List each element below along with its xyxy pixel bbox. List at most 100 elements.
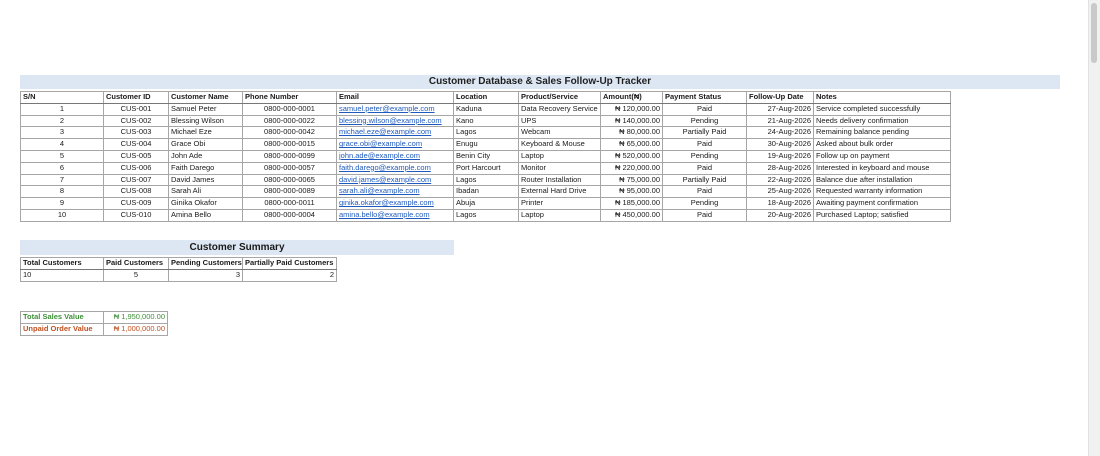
phone-cell[interactable]: 0800-000-0099 <box>242 149 337 163</box>
customer-name-cell[interactable]: Grace Obi <box>168 138 243 151</box>
amount-cell[interactable]: ₦ 80,000.00 <box>600 126 663 140</box>
location-cell[interactable]: Lagos <box>453 173 519 187</box>
follow-up-date-cell[interactable]: 20-Aug-2026 <box>746 208 814 222</box>
notes-cell[interactable]: Follow up on payment <box>813 149 951 163</box>
follow-up-date-cell[interactable]: 28-Aug-2026 <box>746 161 814 175</box>
customer-id-cell[interactable]: CUS-005 <box>103 149 169 163</box>
total-sales-value[interactable]: ₦ 1,950,000.00 <box>103 311 168 324</box>
email-link[interactable]: amina.bello@example.com <box>339 210 430 219</box>
email-cell[interactable]: sarah.ali@example.com <box>336 185 454 199</box>
sn-cell[interactable]: 5 <box>20 149 104 163</box>
phone-cell[interactable]: 0800-000-0057 <box>242 161 337 175</box>
product-cell[interactable]: UPS <box>518 114 601 128</box>
notes-cell[interactable]: Service completed successfully <box>813 102 951 116</box>
notes-cell[interactable]: Asked about bulk order <box>813 138 951 151</box>
customer-id-cell[interactable]: CUS-001 <box>103 102 169 116</box>
location-cell[interactable]: Abuja <box>453 197 519 210</box>
payment-status-cell[interactable]: Paid <box>662 208 747 222</box>
phone-cell[interactable]: 0800-000-0011 <box>242 197 337 210</box>
follow-up-date-cell[interactable]: 18-Aug-2026 <box>746 197 814 210</box>
column-header[interactable]: Payment Status <box>662 91 747 104</box>
column-header[interactable]: S/N <box>20 91 104 104</box>
location-cell[interactable]: Kaduna <box>453 102 519 116</box>
sn-cell[interactable]: 2 <box>20 114 104 128</box>
column-header[interactable]: Phone Number <box>242 91 337 104</box>
email-cell[interactable]: john.ade@example.com <box>336 149 454 163</box>
customer-id-cell[interactable]: CUS-006 <box>103 161 169 175</box>
column-header[interactable]: Email <box>336 91 454 104</box>
email-cell[interactable]: faith.darego@example.com <box>336 161 454 175</box>
payment-status-cell[interactable]: Pending <box>662 114 747 128</box>
column-header[interactable]: Follow-Up Date <box>746 91 814 104</box>
customer-name-cell[interactable]: Samuel Peter <box>168 102 243 116</box>
sn-cell[interactable]: 3 <box>20 126 104 140</box>
sn-cell[interactable]: 1 <box>20 102 104 116</box>
notes-cell[interactable]: Balance due after installation <box>813 173 951 187</box>
summary-value[interactable]: 5 <box>103 268 169 282</box>
notes-cell[interactable]: Awaiting payment confirmation <box>813 197 951 210</box>
customer-name-cell[interactable]: David James <box>168 173 243 187</box>
product-cell[interactable]: Data Recovery Service <box>518 102 601 116</box>
follow-up-date-cell[interactable]: 25-Aug-2026 <box>746 185 814 199</box>
location-cell[interactable]: Benin City <box>453 149 519 163</box>
email-cell[interactable]: amina.bello@example.com <box>336 208 454 222</box>
product-cell[interactable]: Monitor <box>518 161 601 175</box>
sn-cell[interactable]: 6 <box>20 161 104 175</box>
email-cell[interactable]: grace.obi@example.com <box>336 138 454 151</box>
sn-cell[interactable]: 4 <box>20 138 104 151</box>
customer-id-cell[interactable]: CUS-004 <box>103 138 169 151</box>
phone-cell[interactable]: 0800-000-0042 <box>242 126 337 140</box>
payment-status-cell[interactable]: Paid <box>662 102 747 116</box>
location-cell[interactable]: Lagos <box>453 126 519 140</box>
customer-name-cell[interactable]: Sarah Ali <box>168 185 243 199</box>
amount-cell[interactable]: ₦ 120,000.00 <box>600 102 663 116</box>
sn-cell[interactable]: 7 <box>20 173 104 187</box>
follow-up-date-cell[interactable]: 27-Aug-2026 <box>746 102 814 116</box>
customer-name-cell[interactable]: Michael Eze <box>168 126 243 140</box>
column-header[interactable]: Product/Service <box>518 91 601 104</box>
payment-status-cell[interactable]: Partially Paid <box>662 173 747 187</box>
email-link[interactable]: faith.darego@example.com <box>339 163 431 172</box>
phone-cell[interactable]: 0800-000-0065 <box>242 173 337 187</box>
email-cell[interactable]: ginika.okafor@example.com <box>336 197 454 210</box>
amount-cell[interactable]: ₦ 220,000.00 <box>600 161 663 175</box>
follow-up-date-cell[interactable]: 19-Aug-2026 <box>746 149 814 163</box>
payment-status-cell[interactable]: Paid <box>662 138 747 151</box>
column-header[interactable]: Customer Name <box>168 91 243 104</box>
location-cell[interactable]: Kano <box>453 114 519 128</box>
payment-status-cell[interactable]: Partially Paid <box>662 126 747 140</box>
notes-cell[interactable]: Requested warranty information <box>813 185 951 199</box>
summary-header[interactable]: Total Customers <box>20 257 104 270</box>
customer-name-cell[interactable]: Blessing Wilson <box>168 114 243 128</box>
email-link[interactable]: michael.eze@example.com <box>339 128 431 137</box>
product-cell[interactable]: Webcam <box>518 126 601 140</box>
sn-cell[interactable]: 9 <box>20 197 104 210</box>
location-cell[interactable]: Port Harcourt <box>453 161 519 175</box>
location-cell[interactable]: Ibadan <box>453 185 519 199</box>
customer-name-cell[interactable]: Faith Darego <box>168 161 243 175</box>
customer-name-cell[interactable]: Ginika Okafor <box>168 197 243 210</box>
amount-cell[interactable]: ₦ 450,000.00 <box>600 208 663 222</box>
summary-header[interactable]: Pending Customers <box>168 257 243 270</box>
customer-id-cell[interactable]: CUS-009 <box>103 197 169 210</box>
sn-cell[interactable]: 10 <box>20 208 104 222</box>
product-cell[interactable]: Keyboard & Mouse <box>518 138 601 151</box>
follow-up-date-cell[interactable]: 21-Aug-2026 <box>746 114 814 128</box>
customer-id-cell[interactable]: CUS-002 <box>103 114 169 128</box>
email-cell[interactable]: samuel.peter@example.com <box>336 102 454 116</box>
email-cell[interactable]: blessing.wilson@example.com <box>336 114 454 128</box>
phone-cell[interactable]: 0800-000-0001 <box>242 102 337 116</box>
product-cell[interactable]: Laptop <box>518 149 601 163</box>
product-cell[interactable]: Laptop <box>518 208 601 222</box>
summary-value[interactable]: 3 <box>168 268 243 282</box>
customer-name-cell[interactable]: John Ade <box>168 149 243 163</box>
payment-status-cell[interactable]: Paid <box>662 185 747 199</box>
amount-cell[interactable]: ₦ 140,000.00 <box>600 114 663 128</box>
unpaid-order-value[interactable]: ₦ 1,000,000.00 <box>103 322 168 336</box>
vertical-scrollbar[interactable] <box>1088 0 1100 456</box>
payment-status-cell[interactable]: Pending <box>662 149 747 163</box>
summary-header[interactable]: Partially Paid Customers <box>242 257 337 270</box>
total-sales-label[interactable]: Total Sales Value <box>20 311 104 324</box>
notes-cell[interactable]: Remaining balance pending <box>813 126 951 140</box>
payment-status-cell[interactable]: Paid <box>662 161 747 175</box>
